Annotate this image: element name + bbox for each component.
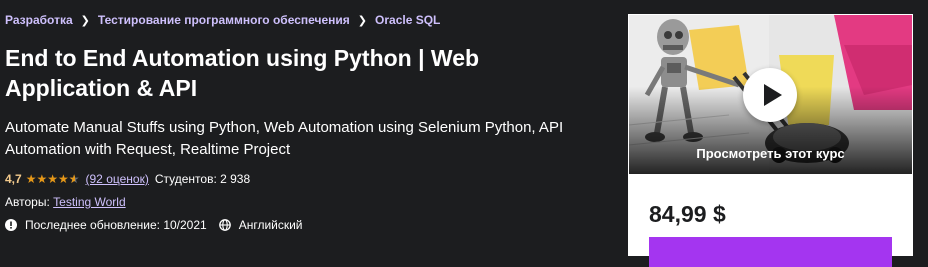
meta-row: Последнее обновление: 10/2021 Английский	[5, 218, 315, 232]
price: 84,99 $	[649, 201, 726, 227]
play-button[interactable]	[743, 68, 797, 122]
star-icon: ★	[57, 172, 69, 186]
course-title: End to End Automation using Python | Web…	[5, 45, 480, 101]
breadcrumb-item-oracle-sql[interactable]: Oracle SQL	[375, 13, 440, 27]
star-icon: ★	[25, 172, 37, 186]
breadcrumb-item-development[interactable]: Разработка	[5, 13, 73, 27]
breadcrumb-item-software-testing[interactable]: Тестирование программного обеспечения	[98, 13, 350, 27]
breadcrumb: Разработка ❯ Тестирование программного о…	[5, 13, 440, 27]
language: Английский	[218, 218, 303, 232]
last-updated: Последнее обновление: 10/2021	[5, 218, 207, 232]
authors-row: Авторы: Testing World	[5, 195, 126, 209]
rating-row: 4,7 ★★★★★ ★ (92 оценок) Студентов: 2 938	[5, 172, 250, 186]
chevron-right-icon: ❯	[80, 14, 90, 27]
star-rating: ★★★★★ ★	[26, 172, 80, 186]
language-text: Английский	[238, 218, 303, 232]
star-icon: ★	[36, 172, 48, 186]
students-count: Студентов: 2 938	[154, 172, 251, 186]
last-updated-text: Последнее обновление: 10/2021	[25, 218, 207, 232]
reviews-link[interactable]: (92 оценок)	[86, 172, 149, 186]
preview-label[interactable]: Просмотреть этот курс	[629, 146, 912, 161]
course-preview[interactable]: Просмотреть этот курс	[629, 15, 912, 174]
rating-value: 4,7	[5, 172, 22, 186]
add-to-cart-button[interactable]	[649, 237, 892, 267]
half-star-icon: ★ ★	[68, 172, 80, 186]
globe-icon	[218, 219, 231, 231]
purchase-card: Просмотреть этот курс 84,99 $	[628, 14, 913, 267]
course-subtitle: Automate Manual Stuffs using Python, Web…	[5, 119, 564, 158]
chevron-right-icon: ❯	[357, 14, 368, 27]
star-icon: ★	[47, 172, 58, 186]
play-icon	[764, 84, 782, 106]
alert-icon	[5, 219, 17, 231]
authors-label: Авторы:	[5, 195, 50, 209]
author-link[interactable]: Testing World	[53, 195, 125, 209]
